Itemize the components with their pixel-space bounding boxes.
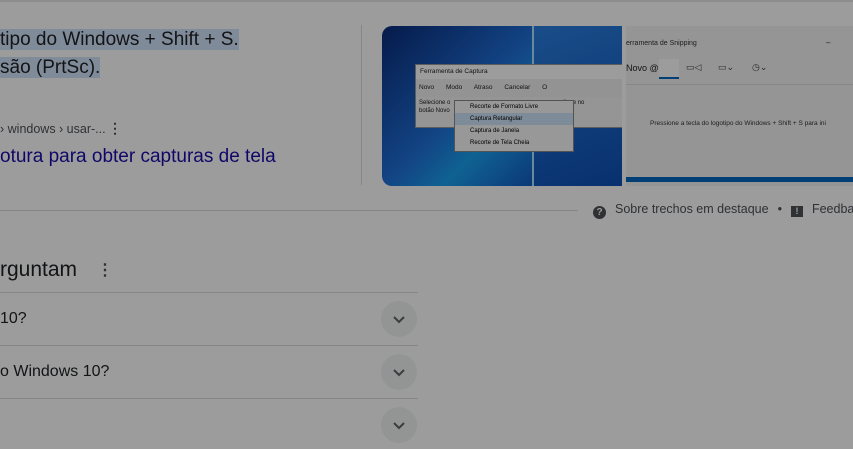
feedback-icon[interactable]: ! [790,206,803,217]
rect-mode-icon: ▭⌄ [718,62,735,72]
menu-item: Captura de Janela [470,128,520,134]
timer-icon: ◷⌄ [752,62,768,72]
minimize-icon: – [826,38,831,47]
paa-divider [0,398,418,399]
mode-dropdown-menu: Recorte de Formato Livre Captura Retangu… [454,100,574,152]
tool-opcoes: O [542,84,548,91]
result-title-link[interactable]: otura para obter capturas de tela [0,146,276,168]
tool-novo: Novo [419,84,435,91]
about-featured-snippets: ? Sobre trechos em destaque •! Feedba [593,202,853,219]
help-icon[interactable]: ? [593,206,606,219]
novo-text: Novo [626,63,648,73]
chevron-down-icon[interactable] [381,301,417,337]
tool-cancelar: Cancelar [504,84,531,91]
tool-atraso: Atraso [473,84,493,91]
snippet-image-capture-tool[interactable]: Ferramenta de Captura Novo Modo Atraso C… [382,26,622,186]
paa-divider [0,292,418,293]
paa-heading: rguntam [0,258,78,281]
snippet-highlight: tipo do Windows + Shift + S. [0,29,239,50]
desc-line1: Selecione o [419,100,451,106]
snippet-highlight: são (PrtSc). [0,57,101,78]
capture-window-title: Ferramenta de Captura [416,65,622,79]
result-breadcrumb[interactable]: › windows › usar-... [0,122,106,136]
capture-toolbar: Novo Modo Atraso Cancelar O [416,79,622,97]
snipping-novo-label: Novo @ [626,63,659,73]
snipping-instructions: Pressione a tecla do logotipo do Windows… [650,120,826,127]
paa-divider [0,345,418,346]
snipping-window-title: erramenta de Snipping [626,40,697,47]
paa-question[interactable]: o Windows 10? [0,363,109,381]
top-divider [0,0,853,2]
video-icon: ▭◁ [686,62,702,72]
menu-item: Recorte de Tela Cheia [470,140,530,146]
feedback-link[interactable]: Feedba [812,202,853,216]
novo-button-box [659,59,679,79]
paa-question[interactable]: 10? [0,310,27,328]
more-vert-icon[interactable]: ⋮ [97,260,113,280]
search-results-page: tipo do Windows + Shift + S. são (PrtSc)… [0,0,853,449]
section-divider [0,210,578,211]
more-vert-icon[interactable]: ⋮ [108,120,122,137]
snipping-separator [626,84,853,85]
tool-modo: Modo [446,84,463,91]
chevron-down-icon[interactable] [381,407,417,443]
featured-snippet-text: tipo do Windows + Shift + S. são (PrtSc)… [0,26,239,82]
snipping-accent-bar [626,177,853,182]
menu-item-selected: Captura Retangular [455,113,573,125]
desc-line2: botão Novo [419,108,450,114]
separator-dot: • [777,202,782,216]
about-snippets-link[interactable]: Sobre trechos em destaque [615,202,769,216]
chevron-down-icon[interactable] [381,354,417,390]
menu-item: Recorte de Formato Livre [470,104,539,110]
snippet-divider [361,25,362,185]
snippet-image-snipping-tool[interactable]: erramenta de Snipping – Novo @ ▭◁ ▭⌄ ◷⌄ … [626,26,853,186]
